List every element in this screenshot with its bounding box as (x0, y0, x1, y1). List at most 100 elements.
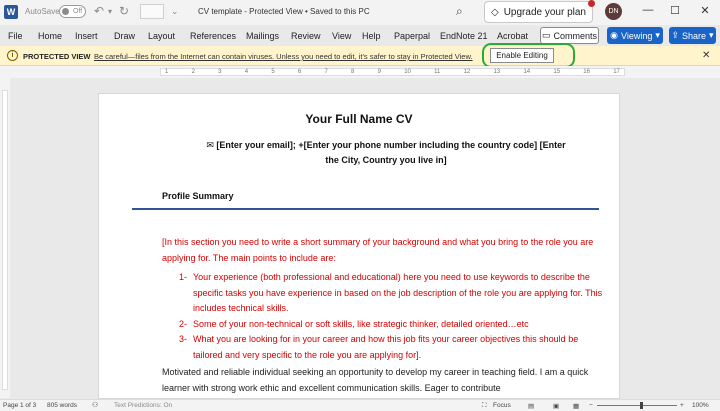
notification-dot (588, 0, 595, 7)
ruler-mark: 3 (218, 69, 222, 75)
ruler-mark: 15 (553, 69, 561, 75)
tab-file[interactable]: File (8, 31, 23, 41)
ruler-mark: 1 (165, 69, 169, 75)
contact-line-2: the City, Country you live in] (325, 155, 447, 165)
ruler-mark: 10 (404, 69, 411, 75)
maximize-icon[interactable]: ☐ (665, 4, 685, 17)
list-text: Your experience (both professional and e… (193, 272, 603, 313)
share-icon: ⇪ (671, 30, 679, 40)
list-number: 3- (179, 334, 188, 344)
ruler-mark: 6 (297, 69, 302, 75)
avatar[interactable]: DN (605, 3, 622, 20)
zoom-out-icon[interactable]: − (589, 402, 593, 409)
vertical-ruler-scale (2, 90, 8, 390)
contact-info: ✉ [Enter your email]; +[Enter your phone… (166, 138, 606, 168)
protected-view-bar: i PROTECTED VIEW Be careful—files from t… (0, 43, 720, 68)
chevron-down-icon: ▾ (709, 30, 714, 40)
tab-endnote[interactable]: EndNote 21 (440, 31, 488, 41)
summary-paragraph: Motivated and reliable individual seekin… (162, 367, 589, 393)
quick-access-dropdown[interactable] (140, 4, 164, 19)
zoom-slider-thumb[interactable] (640, 402, 643, 409)
tab-acrobat[interactable]: Acrobat (497, 31, 528, 41)
customize-icon[interactable]: ⌄ (171, 6, 179, 17)
list-number: 2- (179, 318, 188, 329)
share-label: Share (681, 30, 707, 41)
ruler-mark: 2 (191, 69, 195, 75)
info-icon: i (7, 50, 18, 61)
ruler-mark: 12 (463, 69, 471, 75)
list-text: What you are looking for in your career … (193, 334, 579, 360)
redo-icon[interactable]: ↻ (119, 4, 129, 18)
tab-view[interactable]: View (332, 31, 351, 41)
list-text: Some of your non-technical or soft skill… (193, 318, 529, 329)
upgrade-plan-button[interactable]: ◇ Upgrade your plan (484, 0, 595, 23)
eye-icon: ◉ (610, 30, 618, 40)
tab-home[interactable]: Home (38, 31, 62, 41)
ruler-mark: 11 (434, 69, 441, 75)
ruler-mark: 16 (583, 69, 590, 75)
print-layout-icon[interactable]: ▣ (553, 402, 559, 410)
minimize-icon[interactable]: — (638, 4, 658, 16)
viewing-label: Viewing (620, 30, 653, 41)
text-predictions[interactable]: Text Predictions: On (114, 402, 172, 409)
share-button[interactable]: ⇪ Share ▾ (669, 27, 716, 44)
viewing-button[interactable]: ◉ Viewing ▾ (607, 27, 663, 44)
enable-editing-button[interactable]: Enable Editing (490, 48, 554, 63)
search-icon[interactable]: ⌕ (456, 4, 463, 19)
contact-line-1: [Enter your email]; +[Enter your phone n… (216, 140, 566, 150)
protected-view-label: PROTECTED VIEW (23, 52, 91, 61)
list-item: 1- Your experience (both professional an… (179, 270, 609, 317)
ruler-mark: 13 (493, 69, 501, 75)
read-mode-icon[interactable]: ▤ (528, 402, 534, 410)
accessibility-icon[interactable]: ⚇ (92, 401, 98, 409)
zoom-in-icon[interactable]: + (680, 402, 684, 409)
tab-review[interactable]: Review (291, 31, 321, 41)
focus-label[interactable]: Focus (493, 402, 511, 409)
word-logo-icon: W (4, 5, 18, 19)
tab-mailings[interactable]: Mailings (246, 31, 279, 41)
focus-icon[interactable]: ⛶ (482, 402, 487, 410)
page-count[interactable]: Page 1 of 3 (3, 402, 36, 409)
upgrade-label: Upgrade your plan (503, 6, 586, 18)
autosave-label: AutoSave (25, 7, 60, 16)
protected-view-message[interactable]: Be careful—files from the Internet can c… (94, 52, 473, 61)
diamond-icon: ◇ (491, 6, 499, 18)
chevron-down-icon: ▾ (655, 30, 660, 40)
comments-button[interactable]: ▭ Comments (540, 27, 599, 44)
ruler-mark: 7 (324, 69, 328, 75)
contact-line: ✉ [Enter your email]; +[Enter your phone… (166, 138, 606, 153)
section-title: Profile Summary (162, 191, 234, 201)
comments-label: Comments (553, 30, 598, 41)
profile-intro: [In this section you need to write a sho… (162, 237, 594, 263)
close-icon[interactable]: ✕ (702, 50, 710, 61)
zoom-level[interactable]: 100% (692, 402, 709, 409)
ruler-mark: 14 (523, 69, 531, 75)
title-bar: W AutoSave Off ↶ ▾ ↻ ⌄ CV template - Pro… (0, 0, 720, 25)
close-icon[interactable]: ✕ (695, 4, 715, 17)
list-item: 3- What you are looking for in your care… (179, 332, 609, 363)
undo-icon[interactable]: ↶ (94, 4, 104, 18)
tab-help[interactable]: Help (362, 31, 381, 41)
chevron-down-icon[interactable]: ▾ (108, 7, 112, 16)
ruler-mark: 17 (613, 69, 620, 75)
document-title: CV template - Protected View • Saved to … (198, 7, 370, 16)
word-count[interactable]: 805 words (47, 402, 77, 409)
ruler-mark: 9 (377, 69, 381, 75)
cv-name-heading: Your Full Name CV (305, 112, 413, 126)
tab-layout[interactable]: Layout (148, 31, 175, 41)
tab-insert[interactable]: Insert (75, 31, 98, 41)
tab-paperpal[interactable]: Paperpal (394, 31, 430, 41)
horizontal-ruler: 1 2 3 4 5 6 7 8 9 10 11 12 13 14 15 16 1… (0, 66, 720, 78)
autosave-toggle[interactable]: Off (59, 5, 86, 18)
web-layout-icon[interactable]: ▦ (573, 402, 579, 410)
ruler-scale: 1 2 3 4 5 6 7 8 9 10 11 12 13 14 15 16 1… (160, 68, 625, 76)
zoom-slider[interactable] (597, 405, 677, 406)
status-bar: Page 1 of 3 805 words ⚇ Text Predictions… (0, 399, 720, 411)
tab-draw[interactable]: Draw (114, 31, 135, 41)
ruler-mark: 8 (351, 69, 355, 75)
tab-references[interactable]: References (190, 31, 236, 41)
document-page[interactable]: Your Full Name CV ✉ [Enter your email]; … (98, 93, 620, 399)
list-item: 2- Some of your non-technical or soft sk… (179, 317, 609, 333)
ruler-mark: 4 (244, 69, 249, 75)
email-icon: ✉ (206, 140, 214, 150)
